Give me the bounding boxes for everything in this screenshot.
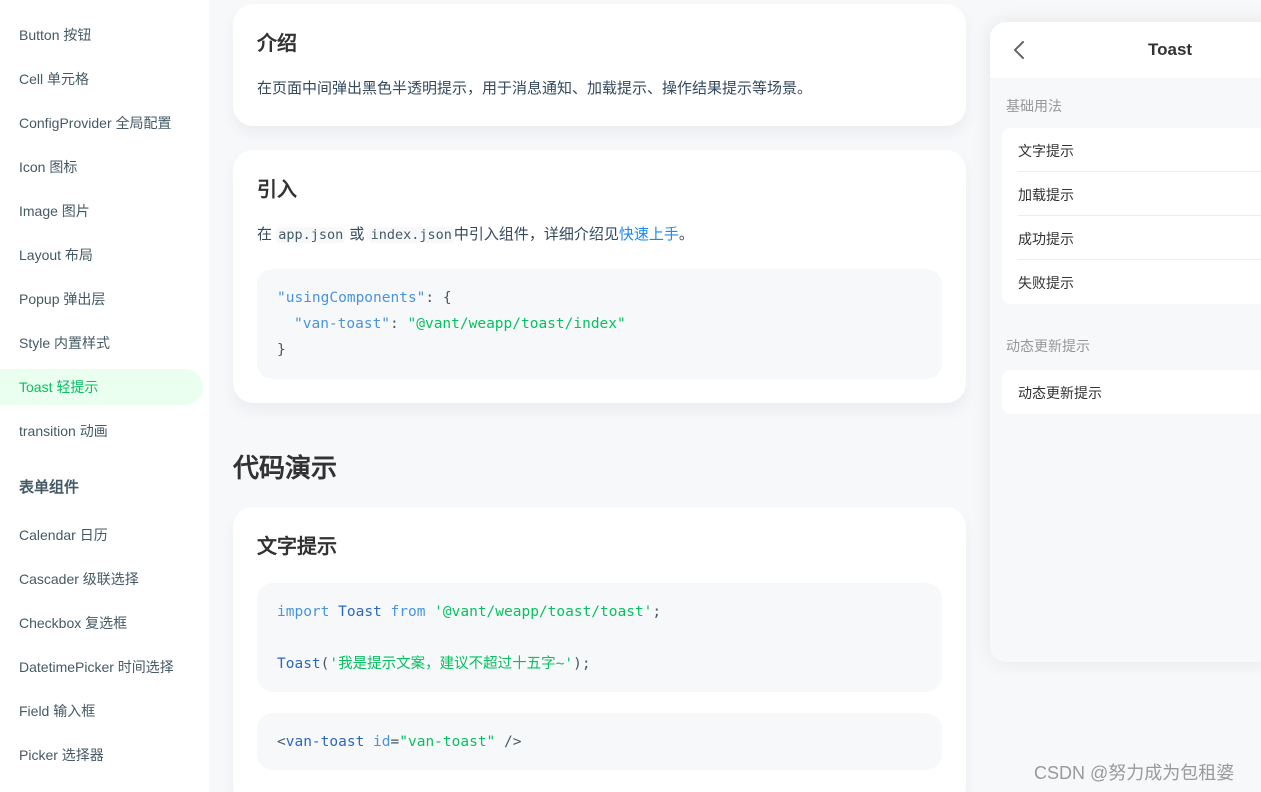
demo-group-title-dynamic: 动态更新提示	[1006, 338, 1090, 354]
import-text-prefix: 在	[257, 226, 273, 243]
sidebar-item-popup[interactable]: Popup 弹出层	[0, 281, 203, 317]
phone-simulator: Toast 基础用法 文字提示 加载提示 成功提示 失败提示 动态更新提示 动态…	[990, 22, 1261, 662]
import-text: 在 app.json 或 index.json 中引入组件，详细介绍见快速上手。	[257, 222, 694, 248]
import-text-mid: 中引入组件，详细介绍见	[453, 226, 619, 243]
sidebar-item-field[interactable]: Field 输入框	[0, 693, 203, 729]
code-line: <van-toast id="van-toast" />	[277, 732, 521, 752]
code-token: "@vant/weapp/toast/index"	[407, 316, 626, 332]
code-line: Toast('我是提示文案，建议不超过十五字~');	[277, 654, 591, 674]
text-demo-title: 文字提示	[257, 536, 337, 558]
code-token: "van-toast"	[399, 734, 496, 750]
intro-card: 介绍 在页面中间弹出黑色半透明提示，用于消息通知、加载提示、操作结果提示等场景。	[233, 4, 966, 126]
sidebar-item-cell[interactable]: Cell 单元格	[0, 61, 203, 97]
sidebar-group-title: 表单组件	[19, 479, 80, 496]
sidebar-item-cascader[interactable]: Cascader 级联选择	[0, 561, 203, 597]
demo-group-title-basic: 基础用法	[1006, 98, 1062, 114]
code-token: Toast	[338, 604, 382, 620]
code-token: '@vant/weapp/toast/toast'	[434, 604, 653, 620]
intro-text: 在页面中间弹出黑色半透明提示，用于消息通知、加载提示、操作结果提示等场景。	[257, 80, 813, 97]
sidebar-item-picker[interactable]: Picker 选择器	[0, 737, 203, 773]
code-token: />	[495, 734, 522, 750]
import-code-block: "usingComponents": { "van-toast": "@vant…	[257, 269, 942, 379]
code-token: van-toast	[285, 734, 365, 750]
import-text-suffix: 。	[678, 226, 694, 243]
code-token: =	[390, 734, 400, 750]
sidebar-item-configprovider[interactable]: ConfigProvider 全局配置	[0, 105, 203, 141]
code-token: );	[573, 656, 591, 672]
code-token: <	[277, 734, 286, 750]
js-code-block: import Toast from '@vant/weapp/toast/toa…	[257, 583, 942, 692]
sidebar-item-calendar[interactable]: Calendar 日历	[0, 517, 203, 553]
sidebar-item-checkbox[interactable]: Checkbox 复选框	[0, 605, 203, 641]
code-token: "van-toast"	[294, 316, 391, 332]
code-token: from	[390, 604, 426, 620]
phone-nav-bar: Toast	[990, 22, 1261, 78]
code-token: :	[390, 316, 408, 332]
quickstart-link[interactable]: 快速上手	[619, 226, 679, 243]
demo-section-title: 代码演示	[233, 453, 338, 483]
inline-code-index-json: index.json	[368, 227, 454, 243]
code-line: "usingComponents": {	[277, 288, 452, 308]
sidebar-item-button[interactable]: Button 按钮	[0, 17, 203, 53]
import-text-or: 或	[349, 226, 365, 243]
code-token: id	[373, 734, 391, 750]
code-token: ;	[652, 604, 662, 620]
sidebar-item-toast[interactable]: Toast 轻提示	[0, 369, 203, 405]
code-token: '我是提示文案，建议不超过十五字~'	[329, 656, 574, 672]
sidebar-item-image[interactable]: Image 图片	[0, 193, 203, 229]
intro-title: 介绍	[257, 33, 297, 55]
sidebar-item-icon[interactable]: Icon 图标	[0, 149, 203, 185]
code-token: Toast	[277, 656, 321, 672]
demo-cell-fail[interactable]: 失败提示	[1018, 273, 1074, 293]
wxml-code-block: <van-toast id="van-toast" />	[257, 713, 942, 770]
code-line: import Toast from '@vant/weapp/toast/toa…	[277, 602, 661, 622]
divider	[1018, 259, 1261, 260]
code-token: import	[277, 604, 330, 620]
code-token: "usingComponents"	[277, 290, 426, 306]
code-line: }	[277, 342, 286, 358]
sidebar: Button 按钮 Cell 单元格 ConfigProvider 全局配置 I…	[0, 0, 209, 792]
import-title: 引入	[257, 179, 297, 201]
code-token: : {	[425, 290, 452, 306]
import-card: 引入 在 app.json 或 index.json 中引入组件，详细介绍见快速上…	[233, 150, 966, 403]
divider	[1018, 171, 1261, 172]
chevron-left-icon[interactable]	[1012, 40, 1028, 60]
watermark: CSDN @努力成为包租婆	[1034, 763, 1235, 783]
demo-cell-success[interactable]: 成功提示	[1018, 229, 1074, 249]
demo-cell-dynamic[interactable]: 动态更新提示	[1018, 383, 1102, 403]
code-line: "van-toast": "@vant/weapp/toast/index"	[294, 314, 626, 334]
sidebar-item-datetimepicker[interactable]: DatetimePicker 时间选择	[0, 649, 203, 685]
inline-code-app-json: app.json	[276, 227, 346, 243]
sidebar-item-style[interactable]: Style 内置样式	[0, 325, 203, 361]
demo-cell-text[interactable]: 文字提示	[1018, 141, 1074, 161]
phone-title: Toast	[1148, 40, 1193, 59]
text-demo-card: 文字提示 import Toast from '@vant/weapp/toas…	[233, 507, 966, 792]
demo-cell-loading[interactable]: 加载提示	[1018, 185, 1074, 205]
divider	[1018, 215, 1261, 216]
sidebar-item-layout[interactable]: Layout 布局	[0, 237, 203, 273]
sidebar-item-transition[interactable]: transition 动画	[0, 413, 203, 449]
demo-cell-group-basic: 文字提示 加载提示 成功提示 失败提示	[1002, 128, 1261, 304]
demo-cell-group-dynamic: 动态更新提示	[1002, 370, 1261, 414]
